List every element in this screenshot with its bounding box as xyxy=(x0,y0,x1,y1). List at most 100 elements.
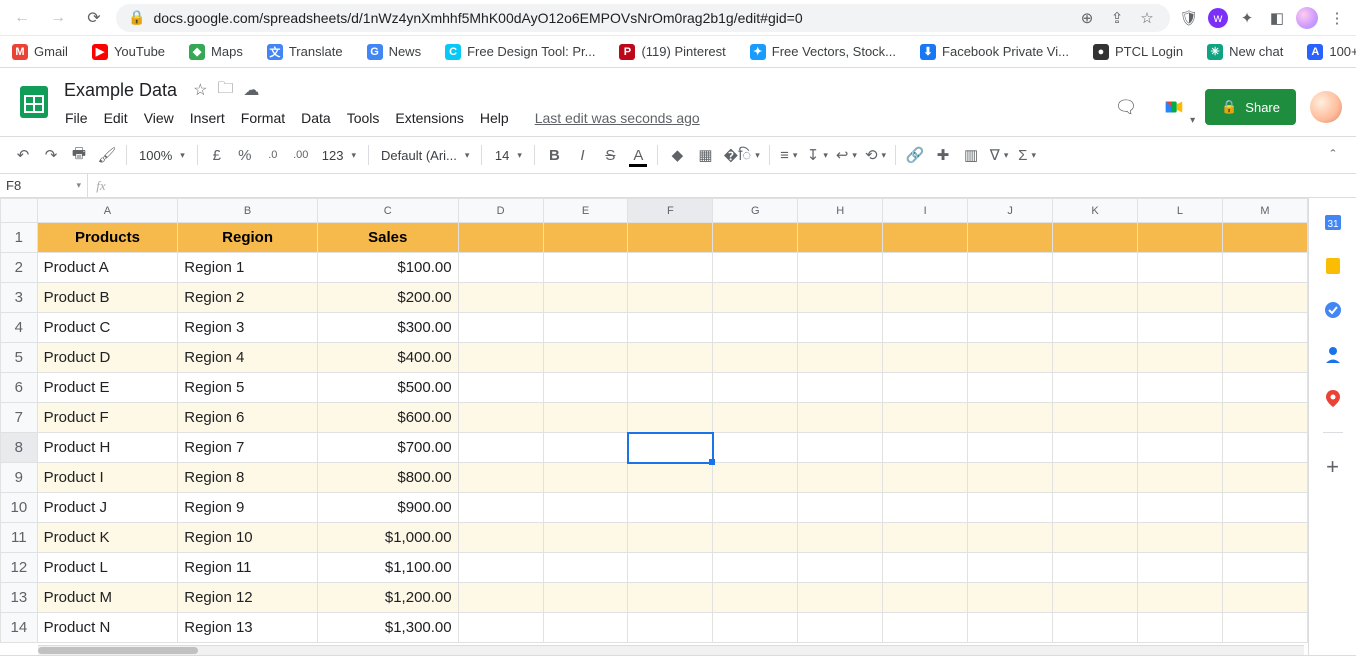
cell[interactable] xyxy=(798,403,883,433)
cell[interactable]: $100.00 xyxy=(317,253,458,283)
select-all-corner[interactable] xyxy=(1,199,38,223)
menu-data[interactable]: Data xyxy=(294,106,338,130)
cell[interactable] xyxy=(1053,283,1138,313)
cell[interactable]: Region 6 xyxy=(178,403,318,433)
cell[interactable] xyxy=(1137,523,1222,553)
cell[interactable] xyxy=(798,223,883,253)
cell[interactable] xyxy=(1137,283,1222,313)
maps-icon[interactable] xyxy=(1323,388,1343,408)
address-bar[interactable]: 🔒 docs.google.com/spreadsheets/d/1nWz4yn… xyxy=(116,4,1170,32)
row-header[interactable]: 11 xyxy=(1,523,38,553)
cell[interactable] xyxy=(458,373,543,403)
column-header[interactable]: E xyxy=(543,199,628,223)
menu-format[interactable]: Format xyxy=(234,106,292,130)
cell[interactable] xyxy=(1137,223,1222,253)
bookmark-item[interactable]: ▶YouTube xyxy=(84,40,173,64)
cell[interactable]: $1,000.00 xyxy=(317,523,458,553)
comments-button[interactable]: 🗨 xyxy=(1109,90,1143,124)
cell[interactable] xyxy=(543,283,628,313)
bookmark-item[interactable]: ✦Free Vectors, Stock... xyxy=(742,40,904,64)
cell[interactable] xyxy=(1137,373,1222,403)
cell[interactable]: $800.00 xyxy=(317,463,458,493)
cell[interactable] xyxy=(1137,493,1222,523)
cell[interactable] xyxy=(713,613,798,643)
cell[interactable]: Product N xyxy=(37,613,178,643)
row-header[interactable]: 10 xyxy=(1,493,38,523)
cell[interactable] xyxy=(883,553,968,583)
cell[interactable] xyxy=(713,493,798,523)
cell[interactable] xyxy=(628,463,713,493)
sheet-area[interactable]: ABCDEFGHIJKLM 1ProductsRegionSales2Produ… xyxy=(0,198,1308,655)
row-header[interactable]: 3 xyxy=(1,283,38,313)
cell[interactable] xyxy=(1053,433,1138,463)
star-doc-icon[interactable]: ☆ xyxy=(193,80,207,100)
cell[interactable]: $1,200.00 xyxy=(317,583,458,613)
strike-button[interactable]: S xyxy=(597,142,623,168)
cell[interactable]: Region 3 xyxy=(178,313,318,343)
row-header[interactable]: 9 xyxy=(1,463,38,493)
cell[interactable] xyxy=(628,283,713,313)
sheet-tabs-row[interactable] xyxy=(0,655,1356,671)
cell[interactable] xyxy=(1222,613,1307,643)
cell[interactable] xyxy=(543,613,628,643)
comment-button[interactable]: ✚ xyxy=(930,142,956,168)
cell[interactable] xyxy=(1137,313,1222,343)
menu-view[interactable]: View xyxy=(137,106,181,130)
cell[interactable] xyxy=(628,613,713,643)
row-header[interactable]: 14 xyxy=(1,613,38,643)
cell[interactable] xyxy=(458,343,543,373)
cell[interactable] xyxy=(628,583,713,613)
cell[interactable] xyxy=(1137,343,1222,373)
merge-button[interactable]: �ि xyxy=(720,142,762,168)
cell[interactable]: Sales xyxy=(317,223,458,253)
column-header[interactable]: C xyxy=(317,199,458,223)
increase-decimal-button[interactable]: .00 xyxy=(288,142,314,168)
cell[interactable] xyxy=(968,253,1053,283)
cell[interactable]: Product M xyxy=(37,583,178,613)
extensions-icon[interactable]: ✦ xyxy=(1236,9,1258,27)
cell[interactable]: Product D xyxy=(37,343,178,373)
cell[interactable] xyxy=(628,223,713,253)
cell[interactable]: Product B xyxy=(37,283,178,313)
bookmark-item[interactable]: ⬇Facebook Private Vi... xyxy=(912,40,1077,64)
cell[interactable] xyxy=(458,493,543,523)
cell[interactable] xyxy=(968,583,1053,613)
menu-file[interactable]: File xyxy=(58,106,95,130)
cell[interactable] xyxy=(713,373,798,403)
cell[interactable] xyxy=(1053,493,1138,523)
star-icon[interactable]: ☆ xyxy=(1136,9,1158,27)
row-header[interactable]: 12 xyxy=(1,553,38,583)
cell[interactable] xyxy=(1137,433,1222,463)
reload-button[interactable]: ⟳ xyxy=(80,8,108,28)
cell[interactable] xyxy=(798,313,883,343)
cell[interactable] xyxy=(1222,523,1307,553)
cell[interactable] xyxy=(628,433,713,463)
cell[interactable] xyxy=(883,343,968,373)
cell[interactable] xyxy=(713,223,798,253)
cell[interactable] xyxy=(883,523,968,553)
cell[interactable] xyxy=(798,463,883,493)
cell[interactable] xyxy=(968,613,1053,643)
cell[interactable]: Region 13 xyxy=(178,613,318,643)
cell[interactable] xyxy=(458,613,543,643)
cell[interactable]: $500.00 xyxy=(317,373,458,403)
cell[interactable] xyxy=(883,613,968,643)
keep-icon[interactable] xyxy=(1323,256,1343,276)
row-header[interactable]: 6 xyxy=(1,373,38,403)
column-header[interactable]: J xyxy=(968,199,1053,223)
cell[interactable] xyxy=(713,463,798,493)
cell[interactable] xyxy=(713,343,798,373)
wrap-button[interactable]: ↩ xyxy=(833,142,860,168)
cell[interactable] xyxy=(883,433,968,463)
cell[interactable] xyxy=(628,403,713,433)
move-doc-icon[interactable]: 🗀 xyxy=(217,77,233,104)
cell[interactable]: Product J xyxy=(37,493,178,523)
sidepanel-icon[interactable]: ◧ xyxy=(1266,9,1288,27)
bookmark-item[interactable]: GNews xyxy=(359,40,430,64)
cell[interactable]: Product F xyxy=(37,403,178,433)
borders-button[interactable]: ▦ xyxy=(692,142,718,168)
cell[interactable] xyxy=(628,373,713,403)
cell[interactable] xyxy=(968,463,1053,493)
zoom-select[interactable]: 100% xyxy=(133,142,191,168)
cell[interactable] xyxy=(883,403,968,433)
